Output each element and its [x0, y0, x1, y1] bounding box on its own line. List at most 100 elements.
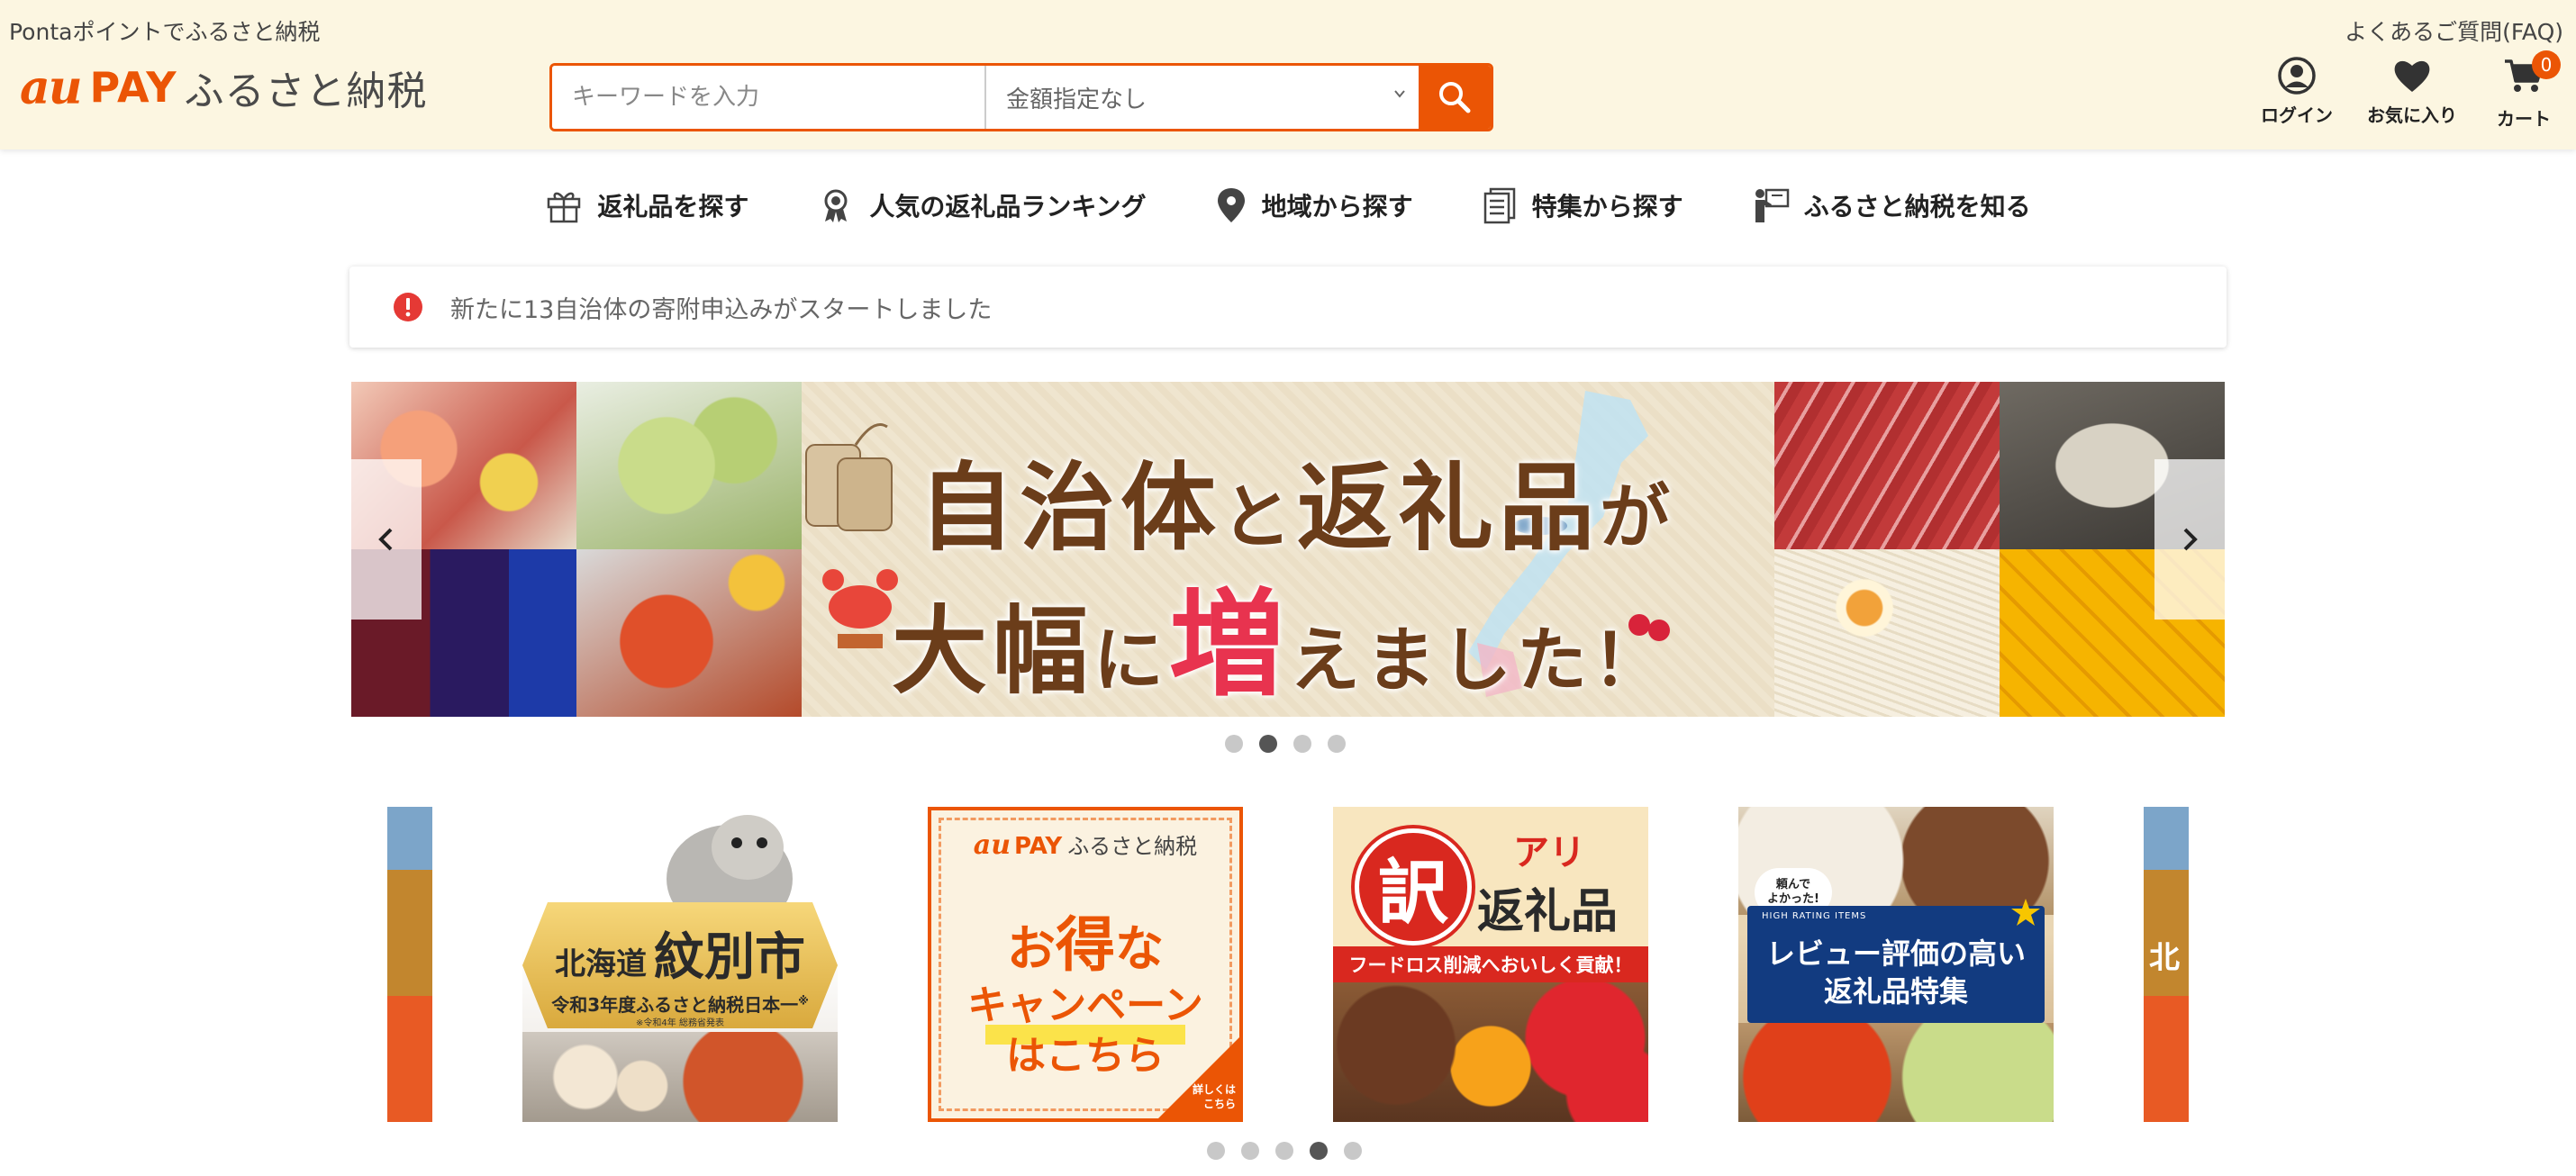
wagyu-image — [1774, 382, 2000, 549]
logo-furusato: ふるさと納税 — [184, 68, 428, 114]
map-pin-icon — [1217, 188, 1245, 222]
chevron-down-icon — [1394, 90, 1405, 98]
monbetsu-title: 北海道 紋別市 — [522, 917, 838, 990]
favorites-button[interactable]: お気に入り — [2367, 56, 2457, 127]
crab-image — [576, 549, 802, 717]
udon-image — [1774, 549, 2000, 717]
nav-item-region[interactable]: 地域から探す — [1215, 186, 1413, 224]
hero-dot[interactable] — [1293, 735, 1311, 753]
logo-pay: PAY — [89, 63, 177, 112]
hero-text: えました！ — [1290, 620, 1669, 701]
ponta-note[interactable]: Pontaポイントでふるさと納税 — [9, 14, 320, 47]
notice-text: 新たに13自治体の寄附申込みがスタートしました — [450, 295, 993, 324]
carousel-dot[interactable] — [1241, 1142, 1259, 1160]
campaign-logo-text: ふるさと納税 — [1067, 834, 1198, 859]
card-review[interactable]: 頼んで よかった! HIGH RATING ITEMS レビュー評価の高い 返礼… — [1738, 807, 2054, 1122]
wakeari-stamp: 訳 — [1355, 828, 1472, 945]
ikura-melon-image — [1738, 1023, 2054, 1122]
campaign-corner-text: 詳しくは こちら — [1193, 1082, 1236, 1111]
nav-item-search-gifts[interactable]: 返礼品を探す — [545, 186, 748, 224]
nav-label: 特集から探す — [1531, 192, 1683, 222]
carousel-dot[interactable] — [1344, 1142, 1362, 1160]
card-monbetsu[interactable]: 北海道 紋別市 令和3年度ふるさと納税日本一※ ※令和4年 総務省発表 — [522, 807, 838, 1122]
carousel-partial-left[interactable] — [387, 807, 432, 1122]
hero-dot[interactable] — [1328, 735, 1346, 753]
hero-headline-line2: 大幅に増えました！ — [892, 551, 1668, 717]
amount-select[interactable]: 金額指定なし — [986, 66, 1419, 129]
campaign-logo-au: au — [973, 829, 1011, 861]
login-button[interactable]: ログイン — [2261, 56, 2333, 127]
login-label: ログイン — [2261, 104, 2333, 126]
card-campaign[interactable]: au PAY ふるさと納税 お得な キャンペーン はこちら 詳しくは こちら — [928, 807, 1243, 1122]
medal-icon — [824, 189, 848, 222]
fruit-steak-image — [1333, 982, 1648, 1122]
monbetsu-city: 紋別市 — [654, 928, 805, 987]
hero-prev-button[interactable] — [351, 459, 422, 620]
search-button[interactable] — [1419, 66, 1491, 129]
carousel-dot[interactable] — [1275, 1142, 1293, 1160]
hero-headline-area: 自治体と返礼品が 大幅に増えました！ — [802, 382, 1774, 717]
nav-label: 人気の返礼品ランキング — [869, 192, 1147, 222]
campaign-text: な — [1115, 920, 1164, 977]
hero-banner[interactable]: 自治体と返礼品が 大幅に増えました！ — [351, 382, 2225, 717]
monbetsu-note: ※令和4年 総務省発表 — [636, 1018, 724, 1028]
campaign-text: お — [1007, 920, 1056, 977]
gift-icon — [548, 192, 581, 223]
hero-text: が — [1600, 477, 1676, 558]
news-notice[interactable]: 新たに13自治体の寄附申込みがスタートしました — [349, 267, 2227, 348]
scallop-crab-image — [522, 1032, 838, 1122]
review-bubble-b: よかった! — [1767, 892, 1819, 906]
user-icon — [2278, 57, 2316, 95]
campaign-line2: キャンペーン — [967, 982, 1203, 1028]
site-header: Pontaポイントでふるさと納税 よくあるご質問(FAQ) au PAY ふるさ… — [0, 0, 2576, 149]
campaign-corner-a: 詳しくは — [1192, 1083, 1236, 1096]
nav-item-learn[interactable]: ふるさと納税を知る — [1752, 186, 2031, 224]
monbetsu-sub: 令和3年度ふるさと納税日本一 — [551, 994, 799, 1016]
hero-dot[interactable] — [1225, 735, 1243, 753]
card-wakeari[interactable]: 訳 アリ 返礼品 フードロス削減へおいしく貢献！ — [1333, 807, 1648, 1122]
cart-count-badge: 0 — [2532, 50, 2561, 79]
monbetsu-subtitle: 令和3年度ふるさと納税日本一※ — [522, 991, 838, 1017]
edamame-image — [576, 382, 802, 549]
nav-item-ranking[interactable]: 人気の返礼品ランキング — [817, 186, 1147, 224]
campaign-line1: お得な — [931, 897, 1239, 983]
chevron-right-icon — [2183, 528, 2198, 551]
cart-button[interactable]: 0 カート — [2497, 50, 2561, 131]
hero-next-button[interactable] — [2154, 459, 2225, 620]
review-bubble-a: 頼んで — [1775, 878, 1811, 891]
nav-label: 返礼品を探す — [597, 192, 749, 222]
hero-text: に — [1093, 620, 1170, 701]
campaign-logo-pay: PAY — [1014, 833, 1063, 860]
monbetsu-area: 北海道 — [555, 946, 647, 982]
hero-text: 自治体 — [919, 453, 1221, 564]
hero-text: 返礼品 — [1297, 453, 1601, 564]
hero-pagination — [1225, 735, 1346, 753]
search-input[interactable] — [552, 66, 986, 129]
document-icon — [1483, 187, 1515, 224]
site-logo[interactable]: au PAY ふるさと納税 — [20, 60, 428, 115]
nav-label: ふるさと納税を知る — [1803, 192, 2031, 222]
heart-icon — [2394, 60, 2430, 92]
wakeari-title: 返礼品 — [1477, 885, 1619, 939]
hero-dot-active[interactable] — [1259, 735, 1277, 753]
favorites-label: お気に入り — [2367, 104, 2457, 126]
carousel-dot[interactable] — [1207, 1142, 1225, 1160]
faq-link[interactable]: よくあるご質問(FAQ) — [2345, 14, 2563, 47]
hero-headline-line1: 自治体と返礼品が — [919, 430, 1675, 569]
carousel-dot-active[interactable] — [1310, 1142, 1328, 1160]
search-icon — [1439, 82, 1471, 113]
search-bar: 金額指定なし — [549, 63, 1493, 131]
campaign-line3: はこちら — [1006, 1033, 1165, 1079]
presenter-icon — [1755, 188, 1789, 222]
partial-card-text: 北 — [2149, 940, 2180, 976]
chevron-left-icon — [378, 528, 393, 551]
carousel-pagination — [1207, 1142, 1362, 1160]
hero-text: と — [1221, 477, 1298, 558]
campaign-logo: au PAY ふるさと納税 — [931, 828, 1239, 861]
carousel-partial-right[interactable]: 北 — [2144, 807, 2189, 1122]
main-nav: 返礼品を探す 人気の返礼品ランキング 地域から探す 特集から探す ふるさと納税を… — [0, 178, 2576, 232]
review-line2: 返礼品特集 — [1823, 974, 1968, 1009]
hero-text-highlight: 増 — [1169, 578, 1291, 712]
nav-item-features[interactable]: 特集から探す — [1482, 186, 1683, 224]
amount-select-value: 金額指定なし — [1006, 86, 1147, 113]
